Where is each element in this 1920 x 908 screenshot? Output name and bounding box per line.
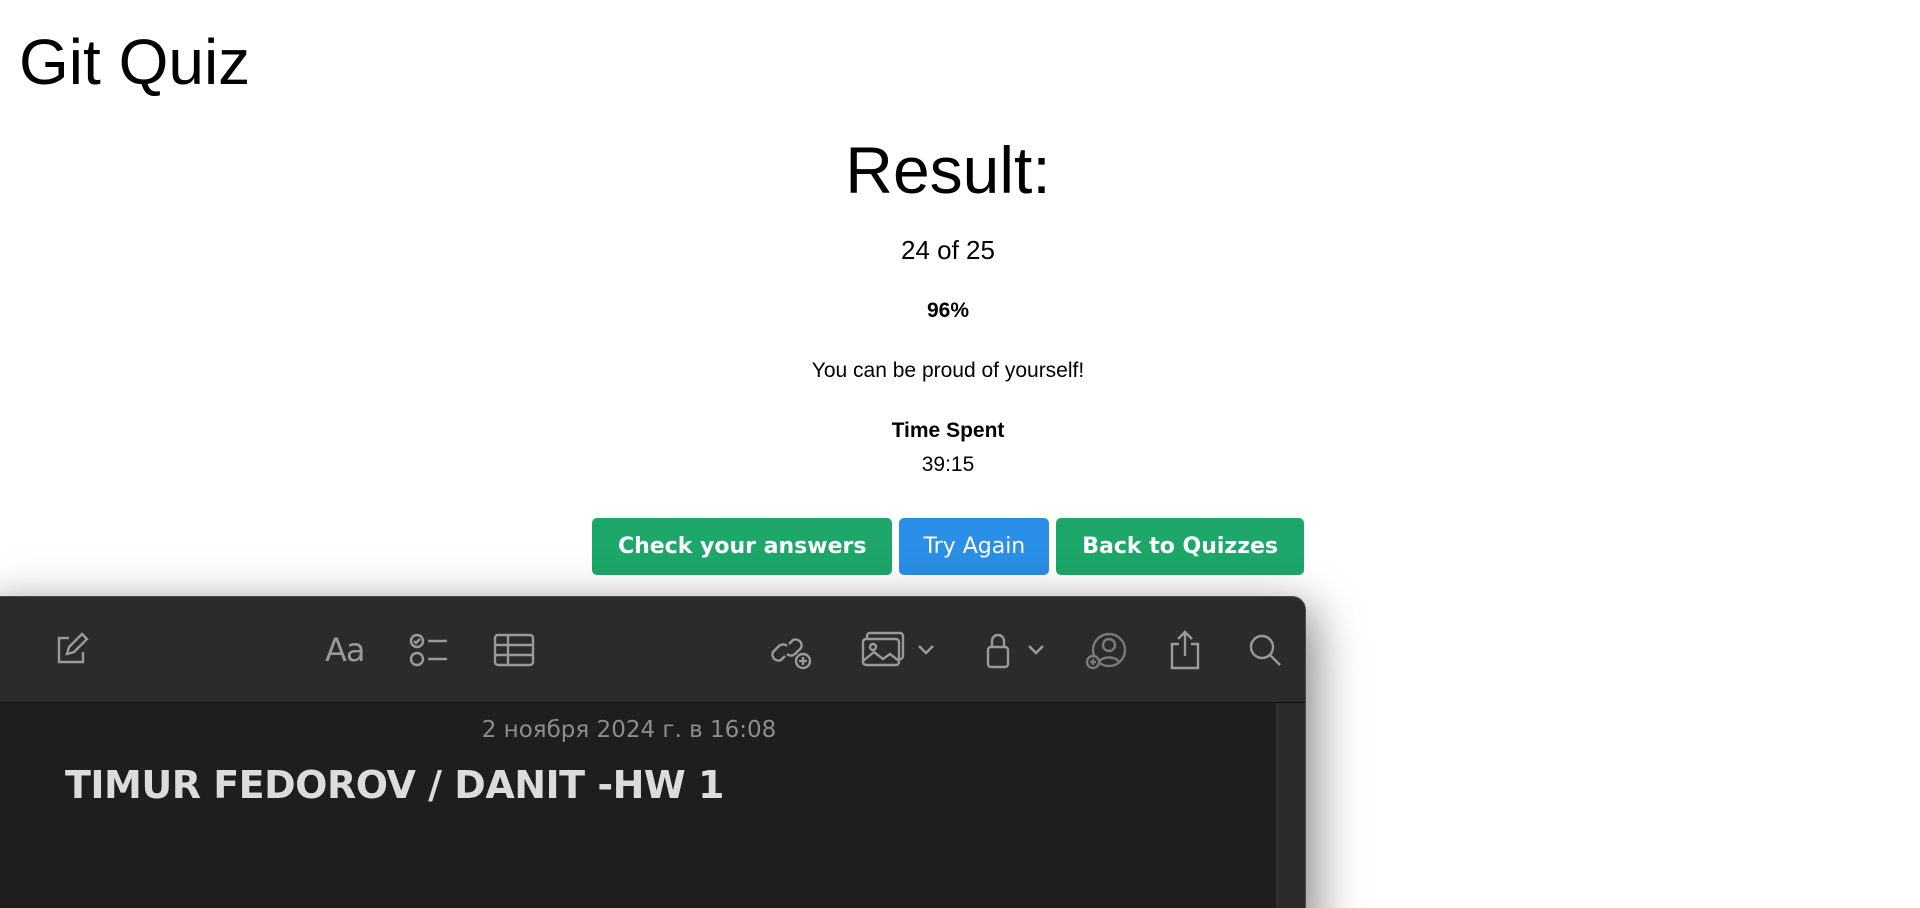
chevron-down-icon[interactable] [1027, 629, 1045, 671]
share-icon[interactable] [1169, 629, 1201, 671]
time-spent-value: 39:15 [921, 453, 975, 476]
quiz-result-page: Git Quiz Result: 24 of 25 96% You can be… [0, 0, 1920, 908]
check-answers-button[interactable]: Check your answers [591, 518, 893, 575]
lock-icon[interactable] [985, 629, 1011, 671]
scrollbar[interactable] [1276, 703, 1305, 908]
link-add-icon[interactable] [771, 629, 813, 671]
search-icon[interactable] [1247, 629, 1283, 671]
result-actions: Check your answers Try Again Back to Qui… [0, 518, 1896, 575]
back-to-quizzes-button[interactable]: Back to Quizzes [1056, 518, 1305, 575]
compose-icon[interactable] [53, 629, 89, 671]
note-date: 2 ноября 2024 г. в 16:08 [481, 717, 777, 743]
format-text-icon[interactable]: Aa [325, 629, 365, 671]
note-editor[interactable]: 2 ноября 2024 г. в 16:08 TIMUR FEDOROV /… [0, 703, 1277, 908]
note-title[interactable]: TIMUR FEDOROV / DANIT -HW 1 [65, 763, 724, 807]
result-heading: Result: [845, 133, 1051, 207]
collaborate-icon[interactable] [1085, 629, 1129, 671]
notes-window: Aa 2 ноября 2024 г. в 16:08 TIMUR FEDORO… [0, 596, 1306, 908]
score-text: 24 of 25 [901, 235, 995, 265]
time-spent-label: Time Spent [891, 419, 1005, 442]
table-icon[interactable] [493, 629, 535, 671]
result-panel: Result: 24 of 25 96% You can be proud of… [0, 130, 1896, 478]
percent-text: 96% [926, 299, 970, 322]
checklist-icon[interactable] [409, 629, 449, 671]
notes-toolbar: Aa [0, 597, 1305, 703]
app-title: Git Quiz [19, 26, 251, 98]
media-icon[interactable] [861, 629, 907, 671]
result-message: You can be proud of yourself! [811, 359, 1085, 382]
try-again-button[interactable]: Try Again [899, 518, 1050, 575]
chevron-down-icon[interactable] [917, 629, 935, 671]
